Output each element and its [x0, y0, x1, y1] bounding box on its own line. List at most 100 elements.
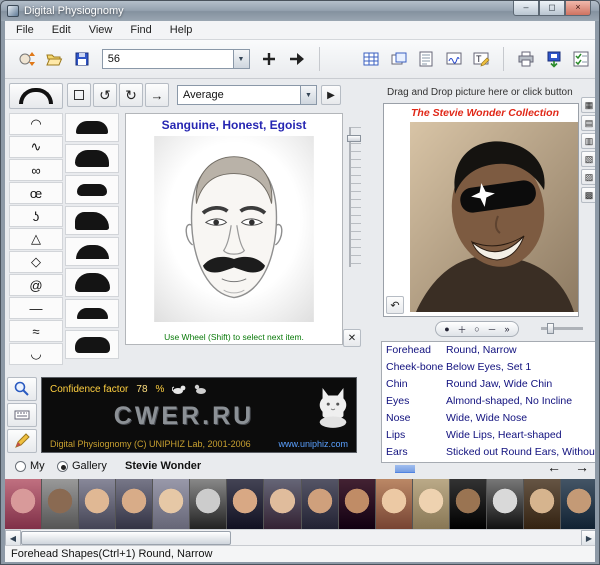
frame-tool-button[interactable]: [67, 83, 91, 107]
checklist-icon[interactable]: [567, 45, 595, 73]
print-icon[interactable]: [512, 45, 540, 73]
gallery-thumbnail[interactable]: [190, 479, 227, 529]
gallery-thumbnail[interactable]: [116, 479, 153, 529]
export-icon[interactable]: [540, 45, 568, 73]
feature-diamond-button[interactable]: ◇: [9, 251, 63, 273]
zoom-out-icon[interactable]: －: [485, 323, 499, 336]
feature-eyebrow-button[interactable]: ∿: [9, 136, 63, 158]
feature-lips-button[interactable]: ≈: [9, 320, 63, 342]
feature-row[interactable]: Eyes Almond-shaped, No Incline: [382, 393, 595, 410]
prev-photo-button[interactable]: ←: [543, 457, 565, 476]
gallery-thumbnail[interactable]: [449, 479, 486, 529]
feature-row[interactable]: Lips Wide Lips, Heart-shaped: [382, 427, 595, 444]
table-view-icon[interactable]: [357, 45, 385, 73]
hair-style-button[interactable]: [65, 144, 119, 173]
close-button[interactable]: ×: [565, 1, 591, 16]
keyboard-button[interactable]: [7, 403, 37, 427]
gallery-thumbnail[interactable]: [560, 479, 595, 529]
more-icon[interactable]: »: [500, 324, 514, 334]
feature-nose-button[interactable]: ʖ: [9, 205, 63, 227]
menu-file[interactable]: File: [7, 22, 43, 38]
feature-mouth-line-button[interactable]: —: [9, 297, 63, 319]
radio-gallery[interactable]: Gallery: [57, 460, 107, 472]
feature-glasses-button[interactable]: ∞: [9, 159, 63, 181]
gallery-thumbnail[interactable]: [5, 479, 42, 529]
feature-eyes-button[interactable]: œ: [9, 182, 63, 204]
composite-face-panel[interactable]: Sanguine, Honest, Egoist Use Wheel (Shif…: [125, 113, 343, 345]
gallery-thumbnail[interactable]: [523, 479, 560, 529]
gallery-thumbnail[interactable]: [79, 479, 116, 529]
view-button-2[interactable]: ▤: [581, 115, 595, 131]
menu-view[interactable]: View: [80, 22, 122, 38]
feature-chin-button[interactable]: ◡: [9, 343, 63, 365]
play-button[interactable]: ▶: [321, 85, 341, 105]
save-icon[interactable]: [68, 45, 96, 73]
feature-row[interactable]: Nose Wide, Wide Nose: [382, 410, 595, 427]
feature-size-slider[interactable]: [347, 127, 361, 267]
clear-face-button[interactable]: ✕: [343, 329, 361, 347]
maximize-button[interactable]: ◻: [539, 1, 565, 16]
gallery-scrollbar[interactable]: ◀ ▶: [5, 529, 595, 545]
zoom-in-icon[interactable]: ＋: [455, 323, 469, 336]
orientation-icon[interactable]: [13, 45, 41, 73]
feature-row[interactable]: Forehead Round, Narrow: [382, 342, 595, 359]
view-button-4[interactable]: ▧: [581, 151, 595, 167]
rotate-photo-button[interactable]: ↶: [386, 296, 404, 314]
view-button-3[interactable]: ▥: [581, 133, 595, 149]
list-view-icon[interactable]: [412, 45, 440, 73]
hair-style-button[interactable]: [65, 268, 119, 297]
gallery-thumbnail[interactable]: [486, 479, 523, 529]
radio-my[interactable]: My: [15, 460, 45, 472]
feature-row[interactable]: Cheek-bone Below Eyes, Set 1: [382, 359, 595, 376]
hair-style-button[interactable]: [65, 175, 119, 204]
hair-style-button[interactable]: [65, 113, 119, 142]
gallery-thumbnail[interactable]: [375, 479, 412, 529]
gallery-thumbnail[interactable]: [153, 479, 190, 529]
gallery-thumbnail[interactable]: [412, 479, 449, 529]
view-button-6[interactable]: ▩: [581, 187, 595, 203]
feature-triangle-button[interactable]: △: [9, 228, 63, 250]
view-button-5[interactable]: ▨: [581, 169, 595, 185]
hair-style-button[interactable]: [65, 299, 119, 328]
chevron-down-icon[interactable]: ▼: [300, 86, 316, 104]
radio-my-dot[interactable]: [15, 460, 26, 472]
feature-forehead-arc-button[interactable]: ◠: [9, 113, 63, 135]
scroll-left-icon[interactable]: ◀: [5, 530, 21, 545]
redo-button[interactable]: ↻: [119, 83, 143, 107]
title-bar[interactable]: Digital Physiognomy – ◻ ×: [1, 1, 599, 21]
menu-edit[interactable]: Edit: [43, 22, 80, 38]
feature-ear-button[interactable]: @: [9, 274, 63, 296]
feature-row[interactable]: Chin Round Jaw, Wide Chin: [382, 376, 595, 393]
radio-gallery-dot[interactable]: [57, 460, 68, 472]
add-icon[interactable]: [256, 45, 284, 73]
external-link[interactable]: [395, 465, 415, 473]
signature-icon[interactable]: [440, 45, 468, 73]
gallery-thumbnail[interactable]: [301, 479, 338, 529]
menu-find[interactable]: Find: [121, 22, 160, 38]
next-item-button[interactable]: →: [145, 83, 169, 107]
scrollbar-thumb[interactable]: [21, 531, 231, 545]
style-combo[interactable]: Average ▼: [177, 85, 317, 105]
view-button-1[interactable]: ▦: [581, 97, 595, 113]
zoom-slider[interactable]: [541, 323, 583, 334]
type-tool-icon[interactable]: T: [468, 45, 496, 73]
hair-style-button[interactable]: [65, 330, 119, 359]
open-icon[interactable]: [41, 45, 69, 73]
gallery-thumbnail[interactable]: [338, 479, 375, 529]
photo-drop-area[interactable]: The Stevie Wonder Collection ↶: [383, 103, 579, 317]
gallery-thumbnail[interactable]: [264, 479, 301, 529]
website-link[interactable]: www.uniphiz.com: [278, 439, 348, 449]
next-photo-button[interactable]: →: [571, 457, 593, 476]
card-view-icon[interactable]: [385, 45, 413, 73]
find-face-button[interactable]: [7, 377, 37, 401]
undo-button[interactable]: ↺: [93, 83, 117, 107]
hair-style-button[interactable]: [65, 206, 119, 235]
chevron-down-icon[interactable]: ▼: [232, 50, 249, 68]
menu-help[interactable]: Help: [161, 22, 202, 38]
minimize-button[interactable]: –: [513, 1, 539, 16]
slider-thumb[interactable]: [347, 135, 361, 142]
scroll-right-icon[interactable]: ▶: [581, 530, 595, 545]
marker-button[interactable]: [7, 429, 37, 453]
pan-icon[interactable]: ●: [440, 324, 454, 334]
hair-style-button[interactable]: [65, 237, 119, 266]
